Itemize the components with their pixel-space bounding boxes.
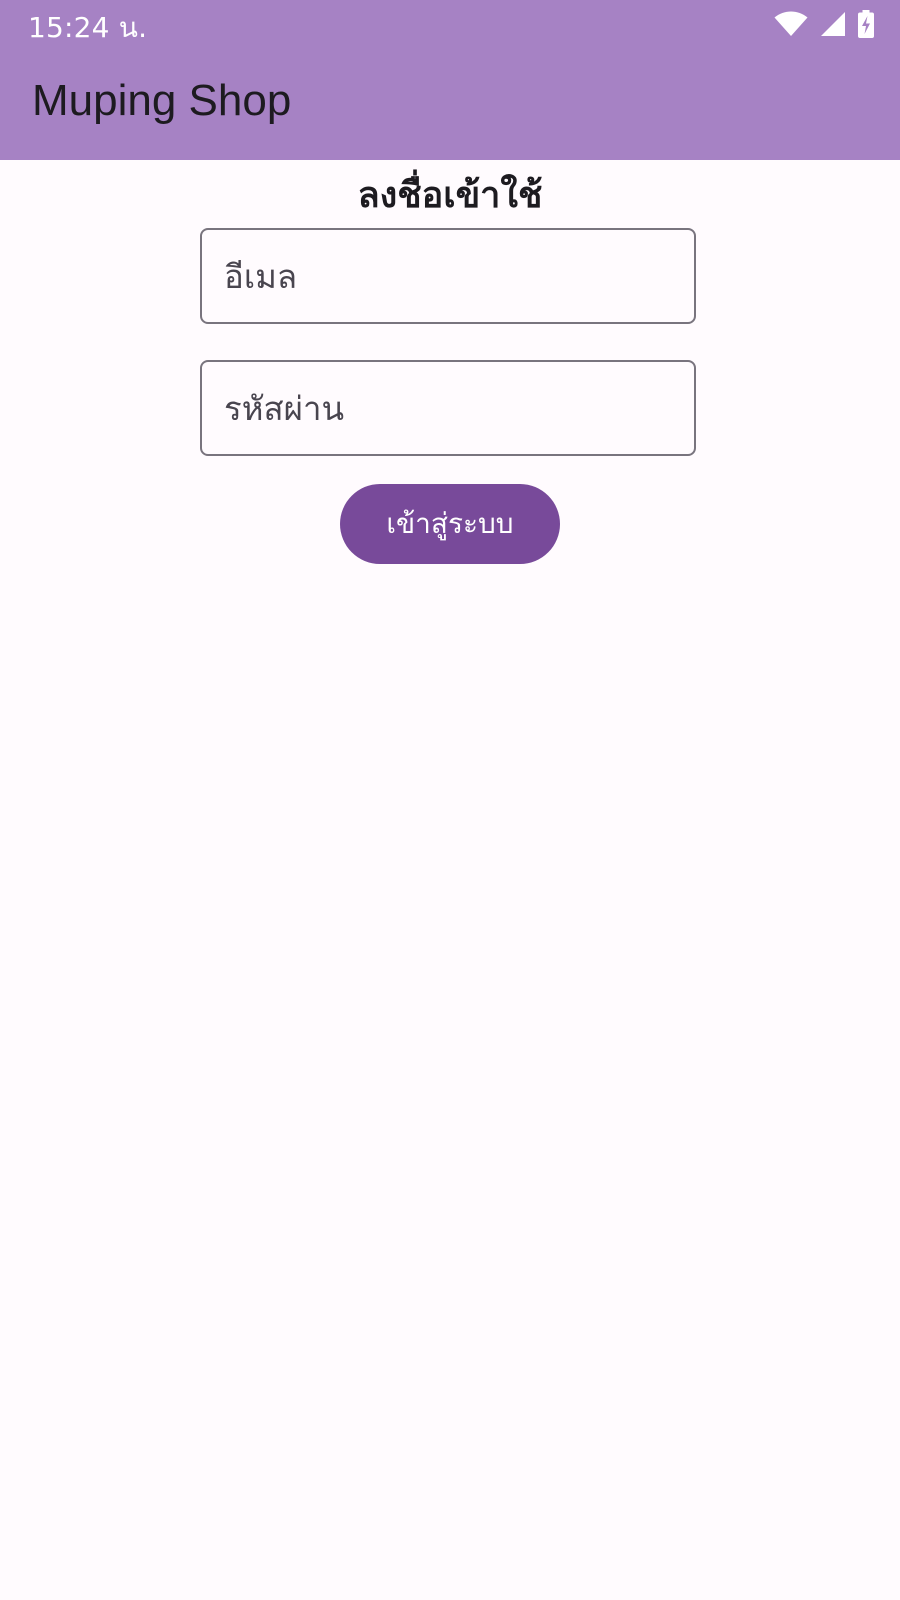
email-field[interactable] [200, 228, 696, 324]
battery-charging-icon [858, 10, 874, 38]
password-input[interactable] [224, 362, 674, 454]
app-title: Muping Shop [32, 76, 292, 125]
cell-signal-icon [820, 11, 846, 37]
login-screen: ลงชื่อเข้าใช้ เข้าสู่ระบบ [0, 160, 900, 1600]
status-icons [774, 10, 874, 38]
login-button[interactable]: เข้าสู่ระบบ [340, 484, 560, 564]
email-input[interactable] [224, 230, 674, 322]
status-bar: 15:24 น. [0, 0, 900, 50]
password-field[interactable] [200, 360, 696, 456]
login-heading: ลงชื่อเข้าใช้ [357, 175, 543, 216]
status-time: 15:24 น. [28, 11, 148, 44]
wifi-icon [774, 11, 808, 37]
app-bar: 15:24 น. Muping Shop [0, 0, 900, 160]
